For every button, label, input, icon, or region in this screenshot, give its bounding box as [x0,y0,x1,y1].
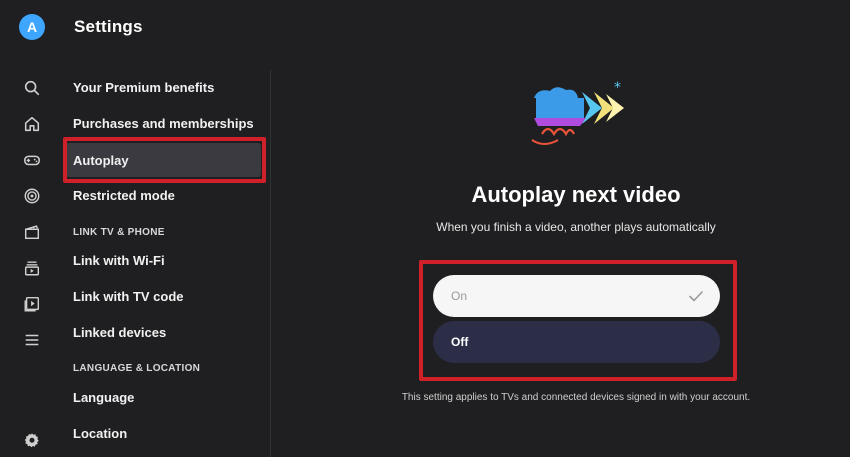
autoplay-subtitle: When you finish a video, another plays a… [436,220,716,234]
page-title: Settings [74,17,143,36]
library-icon[interactable] [22,294,42,314]
nav-item-linked-devices[interactable]: Linked devices [65,315,261,349]
nav-item-label: Link with Wi-Fi [73,252,165,268]
option-off[interactable]: Off [433,321,720,363]
gaming-icon[interactable] [22,150,42,170]
svg-text:*: * [614,80,621,96]
nav-item-language[interactable]: Language [65,380,261,414]
nav-item-label: Your Premium benefits [73,79,215,95]
avatar[interactable]: A [19,14,45,40]
nav-item-label: Restricted mode [73,187,175,203]
section-header-language: LANGUAGE & LOCATION [73,363,201,374]
movies-icon[interactable] [22,222,42,242]
autoplay-title: Autoplay next video [471,182,681,207]
nav-item-label: Location [73,425,128,441]
nav-item-restricted-mode[interactable]: Restricted mode [65,178,261,212]
settings-nav: Your Premium benefits Purchases and memb… [62,64,270,457]
nav-item-purchases[interactable]: Purchases and memberships [65,106,261,140]
settings-footnote: This setting applies to TVs and connecte… [401,392,751,403]
nav-item-label: Link with TV code [73,288,184,304]
nav-item-label: Language [73,389,135,405]
check-icon [689,291,703,302]
nav-item-label: Autoplay [73,152,129,168]
gear-icon[interactable] [22,430,42,450]
option-on-label: On [451,289,468,303]
option-off-label: Off [451,335,469,349]
menu-icon[interactable] [22,330,42,350]
nav-item-label: Purchases and memberships [73,115,254,131]
autoplay-illustration: * [524,78,634,154]
nav-item-link-wifi[interactable]: Link with Wi-Fi [65,243,261,277]
subscriptions-icon[interactable] [22,258,42,278]
option-on[interactable]: On [433,275,720,317]
home-icon[interactable] [22,114,42,134]
nav-item-premium-benefits[interactable]: Your Premium benefits [65,70,261,104]
search-icon[interactable] [22,78,42,98]
nav-item-autoplay[interactable]: Autoplay [65,143,261,177]
icon-rail: A [0,0,62,457]
section-header-link: LINK TV & PHONE [73,227,165,238]
nav-item-label: Linked devices [73,324,167,340]
nav-divider [270,70,271,457]
nav-item-location[interactable]: Location [65,416,261,450]
nav-item-link-tv-code[interactable]: Link with TV code [65,279,261,313]
podcast-icon[interactable] [22,186,42,206]
